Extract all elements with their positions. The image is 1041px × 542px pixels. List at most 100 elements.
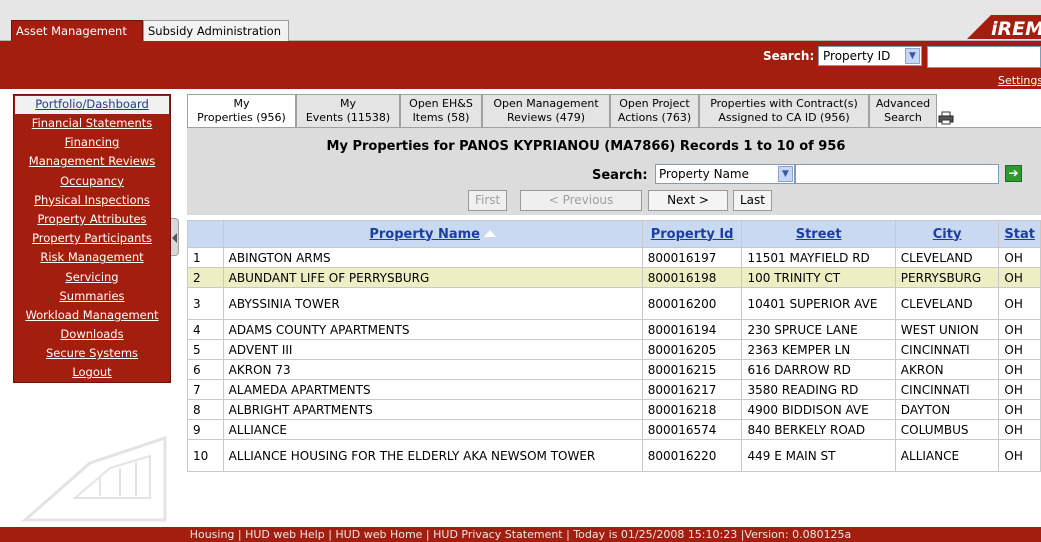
tab-line: Reviews (479) bbox=[506, 111, 586, 124]
row-number: 6 bbox=[187, 359, 224, 380]
sidebar-item-occupancy[interactable]: Occupancy bbox=[14, 172, 170, 191]
state-header[interactable]: Stat bbox=[998, 220, 1041, 248]
tab-open-project-actions[interactable]: Open Project Actions (763) bbox=[610, 94, 699, 127]
table-row[interactable]: 7 ALAMEDA APARTMENTS 800016217 3580 READ… bbox=[187, 379, 1041, 400]
property-id-cell: 800016220 bbox=[641, 439, 743, 472]
property-name-cell[interactable]: ADVENT III bbox=[222, 339, 643, 360]
row-number: 10 bbox=[187, 439, 224, 472]
printer-icon[interactable] bbox=[938, 111, 954, 125]
tab-subsidy-administration[interactable]: Subsidy Administration bbox=[143, 20, 289, 41]
row-number: 8 bbox=[187, 399, 224, 420]
tab-properties-with-contracts[interactable]: Properties with Contract(s) Assigned to … bbox=[699, 94, 869, 127]
sidebar-item-downloads[interactable]: Downloads bbox=[14, 325, 170, 344]
property-name-cell[interactable]: ALLIANCE HOUSING FOR THE ELDERLY AKA NEW… bbox=[222, 439, 643, 472]
property-name-header-label[interactable]: Property Name bbox=[369, 227, 480, 242]
street-cell: 4900 BIDDISON AVE bbox=[741, 399, 896, 420]
property-name-cell[interactable]: ABYSSINIA TOWER bbox=[222, 287, 643, 320]
global-search-input[interactable] bbox=[927, 46, 1041, 68]
sidebar-collapse-handle[interactable] bbox=[171, 218, 179, 256]
street-cell: 2363 KEMPER LN bbox=[741, 339, 896, 360]
property-search-input[interactable] bbox=[795, 164, 999, 184]
tab-open-ehs-items[interactable]: Open EH&S Items (58) bbox=[400, 94, 482, 127]
content-tab-bar: My Properties (956) My Events (11538) Op… bbox=[187, 94, 1041, 128]
property-name-cell[interactable]: AKRON 73 bbox=[222, 359, 643, 380]
chevron-down-icon[interactable]: ▼ bbox=[905, 48, 920, 64]
sidebar-item-secure-systems[interactable]: Secure Systems bbox=[14, 344, 170, 363]
header-bar: Search: Property ID ▼ Settings bbox=[0, 41, 1041, 89]
tab-line: My bbox=[339, 97, 356, 110]
table-row[interactable]: 1 ABINGTON ARMS 800016197 11501 MAYFIELD… bbox=[187, 247, 1041, 268]
state-cell: OH bbox=[998, 287, 1041, 320]
street-cell: 3580 READING RD bbox=[741, 379, 896, 400]
property-name-cell[interactable]: ALAMEDA APARTMENTS bbox=[222, 379, 643, 400]
sidebar-item-servicing[interactable]: Servicing bbox=[14, 268, 170, 287]
property-name-header[interactable]: Property Name bbox=[222, 220, 643, 248]
property-name-cell[interactable]: ADAMS COUNTY APARTMENTS bbox=[222, 319, 643, 340]
tab-line: Properties with Contract(s) bbox=[710, 97, 858, 110]
tab-advanced-search[interactable]: Advanced Search bbox=[869, 94, 937, 127]
city-cell: DAYTON bbox=[894, 399, 1000, 420]
property-search-type-select[interactable]: Property Name ▼ bbox=[655, 164, 795, 184]
table-row[interactable]: 8 ALBRIGHT APARTMENTS 800016218 4900 BID… bbox=[187, 399, 1041, 420]
sidebar-item-physical-inspections[interactable]: Physical Inspections bbox=[14, 191, 170, 210]
street-cell: 100 TRINITY CT bbox=[741, 267, 896, 288]
property-name-cell[interactable]: ALLIANCE bbox=[222, 419, 643, 440]
state-cell: OH bbox=[998, 419, 1041, 440]
table-row[interactable]: 3 ABYSSINIA TOWER 800016200 10401 SUPERI… bbox=[187, 287, 1041, 320]
tab-asset-management[interactable]: Asset Management bbox=[11, 20, 143, 41]
tab-my-properties[interactable]: My Properties (956) bbox=[187, 94, 296, 128]
tab-line: Assigned to CA ID (956) bbox=[718, 111, 850, 124]
table-row[interactable]: 9 ALLIANCE 800016574 840 BERKELY ROAD CO… bbox=[187, 419, 1041, 440]
sort-ascending-icon bbox=[484, 229, 496, 237]
property-id-cell: 800016197 bbox=[641, 247, 743, 268]
state-cell: OH bbox=[998, 399, 1041, 420]
table-row[interactable]: 6 AKRON 73 800016215 616 DARROW RD AKRON… bbox=[187, 359, 1041, 380]
sidebar-item-financing[interactable]: Financing bbox=[14, 133, 170, 152]
state-cell: OH bbox=[998, 439, 1041, 472]
tab-my-events[interactable]: My Events (11538) bbox=[296, 94, 400, 127]
tab-line: Open Management bbox=[493, 97, 599, 110]
global-search-type-select[interactable]: Property ID ▼ bbox=[818, 46, 922, 66]
irems-logo: iREMS bbox=[967, 15, 1041, 40]
settings-link[interactable]: Settings bbox=[998, 74, 1041, 87]
tab-line: Items (58) bbox=[412, 111, 470, 124]
property-id-cell: 800016194 bbox=[641, 319, 743, 340]
chevron-down-icon[interactable]: ▼ bbox=[778, 166, 793, 182]
tab-line: Advanced bbox=[875, 97, 931, 110]
table-row[interactable]: 5 ADVENT III 800016205 2363 KEMPER LN CI… bbox=[187, 339, 1041, 360]
street-cell: 230 SPRUCE LANE bbox=[741, 319, 896, 340]
last-page-button[interactable]: Last bbox=[733, 190, 772, 211]
sidebar-item-logout[interactable]: Logout bbox=[14, 363, 170, 382]
go-arrow-icon[interactable]: ➔ bbox=[1005, 165, 1022, 182]
first-page-button[interactable]: First bbox=[468, 190, 508, 211]
property-id-cell: 800016200 bbox=[641, 287, 743, 320]
sidebar-item-property-participants[interactable]: Property Participants bbox=[14, 229, 170, 248]
property-id-cell: 800016218 bbox=[641, 399, 743, 420]
property-name-cell[interactable]: ALBRIGHT APARTMENTS bbox=[222, 399, 643, 420]
street-header[interactable]: Street bbox=[741, 220, 896, 248]
table-row[interactable]: 2 ABUNDANT LIFE OF PERRYSBURG 800016198 … bbox=[187, 267, 1041, 288]
city-header[interactable]: City bbox=[894, 220, 1000, 248]
property-name-cell[interactable]: ABINGTON ARMS bbox=[222, 247, 643, 268]
sidebar-item-workload-management[interactable]: Workload Management bbox=[14, 306, 170, 325]
sidebar-item-risk-management[interactable]: Risk Management bbox=[14, 248, 170, 267]
sidebar-item-summaries[interactable]: Summaries bbox=[14, 287, 170, 306]
table-row[interactable]: 4 ADAMS COUNTY APARTMENTS 800016194 230 … bbox=[187, 319, 1041, 340]
sidebar-item-portfolio-dashboard[interactable]: Portfolio/Dashboard bbox=[15, 96, 169, 114]
row-number: 7 bbox=[187, 379, 224, 400]
sidebar-item-property-attributes[interactable]: Property Attributes bbox=[14, 210, 170, 229]
sidebar-item-management-reviews[interactable]: Management Reviews bbox=[14, 152, 170, 171]
property-name-cell[interactable]: ABUNDANT LIFE OF PERRYSBURG bbox=[222, 267, 643, 288]
properties-table: Property Name Property Id Street City St… bbox=[187, 220, 1041, 472]
street-cell: 840 BERKELY ROAD bbox=[741, 419, 896, 440]
table-header-row: Property Name Property Id Street City St… bbox=[187, 220, 1041, 248]
next-page-button[interactable]: Next > bbox=[648, 190, 728, 211]
previous-page-button[interactable]: < Previous bbox=[520, 190, 642, 211]
tab-line: Actions (763) bbox=[617, 111, 692, 124]
property-id-header[interactable]: Property Id bbox=[641, 220, 743, 248]
table-row[interactable]: 10 ALLIANCE HOUSING FOR THE ELDERLY AKA … bbox=[187, 439, 1041, 472]
tab-open-management-reviews[interactable]: Open Management Reviews (479) bbox=[482, 94, 610, 127]
property-search-type-value: Property Name bbox=[659, 167, 749, 181]
row-number: 5 bbox=[187, 339, 224, 360]
sidebar-item-financial-statements[interactable]: Financial Statements bbox=[14, 114, 170, 133]
